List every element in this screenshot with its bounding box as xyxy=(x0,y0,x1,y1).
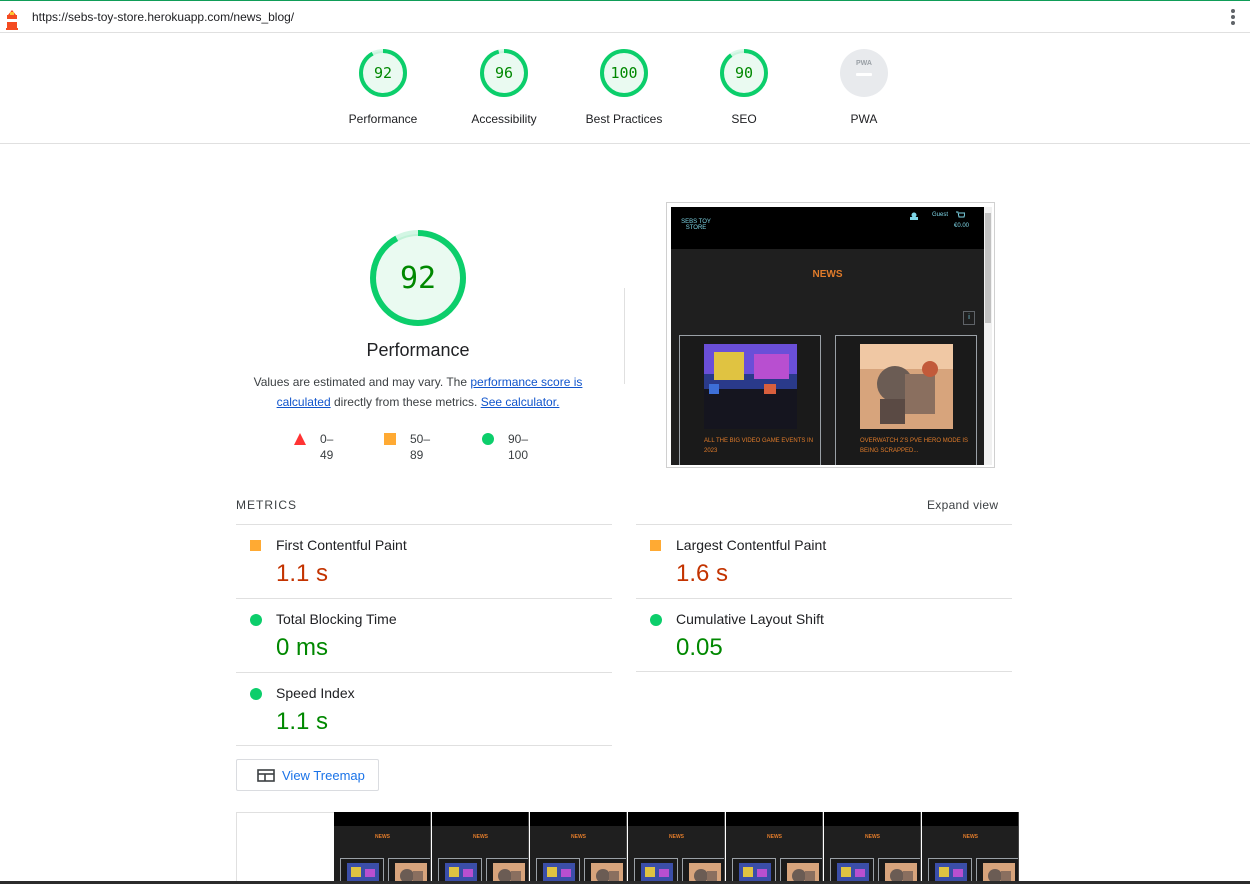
metric-value: 0 ms xyxy=(276,634,329,661)
frame-heading: NEWS xyxy=(669,834,684,840)
filmstrip-frame: NEWS xyxy=(334,812,431,884)
gauge-seo[interactable]: 90 SEO xyxy=(684,47,804,126)
frame-heading: NEWS xyxy=(963,834,978,840)
filmstrip-frame: NEWS xyxy=(628,812,725,884)
square-icon xyxy=(384,433,396,445)
gauge-accessibility[interactable]: 96 Accessibility xyxy=(444,47,564,126)
metric-speed-index: Speed Index 1.1 s xyxy=(236,672,612,746)
filmstrip-frame: NEWS xyxy=(922,812,1019,884)
cart-icon xyxy=(956,211,965,218)
metric-name: First Contentful Paint xyxy=(276,537,407,553)
metric-first-contentful-paint: First Contentful Paint 1.1 s xyxy=(236,524,612,598)
view-treemap-button[interactable]: View Treemap xyxy=(236,759,379,791)
gauge-performance[interactable]: 92 Performance xyxy=(323,47,443,126)
gauge-label: SEO xyxy=(731,112,757,126)
filmstrip: NEWS NEWS NEWS NEWS NEWS NEWS NEWS xyxy=(236,812,1040,884)
filmstrip-frame: NEWS xyxy=(726,812,823,884)
performance-score-value: 92 xyxy=(400,261,436,296)
page-preview: SEBS TOY STORE Guest €0.00 NEWS i ALL TH… xyxy=(671,207,984,465)
frame-heading: NEWS xyxy=(865,834,880,840)
metric-name: Speed Index xyxy=(276,685,355,701)
gauge-label: Best Practices xyxy=(585,112,663,126)
desc-text-2: directly from these metrics. xyxy=(330,395,481,409)
gauge-pwa[interactable]: PWA PWA xyxy=(804,47,924,126)
metric-name: Total Blocking Time xyxy=(276,611,397,627)
preview-guest: Guest xyxy=(932,212,949,218)
metric-name: Largest Contentful Paint xyxy=(676,537,827,553)
browser-bar: https://sebs-toy-store.herokuapp.com/new… xyxy=(0,0,1250,33)
average-square-icon xyxy=(650,540,661,551)
info-icon: i xyxy=(963,311,975,325)
metric-total-blocking-time: Total Blocking Time 0 ms xyxy=(236,598,612,672)
triangle-icon xyxy=(294,433,306,445)
preview-logo: SEBS TOY STORE xyxy=(681,219,711,231)
category-gauges: 92 Performance 96 Accessibility 100 Best Prac… xyxy=(0,33,1250,144)
average-square-icon xyxy=(250,540,261,551)
performance-description: Values are estimated and may vary. The p… xyxy=(236,372,600,412)
performance-score-gauge: 92 xyxy=(370,230,466,326)
final-screenshot[interactable]: SEBS TOY STORE Guest €0.00 NEWS i ALL TH… xyxy=(666,202,995,468)
filmstrip-blank-frame xyxy=(236,812,334,884)
metric-value: 1.1 s xyxy=(276,708,329,735)
frame-heading: NEWS xyxy=(375,834,390,840)
metric-value: 1.6 s xyxy=(676,560,729,587)
preview-heading: NEWS xyxy=(812,269,843,280)
filmstrip-frame: NEWS xyxy=(432,812,529,884)
concert-image xyxy=(704,344,797,429)
preview-header: SEBS TOY STORE Guest €0.00 xyxy=(671,207,984,249)
preview-card: ALL THE BIG VIDEO GAME EVENTS IN 2023 xyxy=(679,335,821,465)
robot-image xyxy=(860,344,953,429)
performance-title: Performance xyxy=(366,340,470,360)
filmstrip-frame: NEWS xyxy=(530,812,627,884)
divider xyxy=(636,671,1012,672)
pass-circle-icon xyxy=(650,614,662,626)
score-gauge-icon: 90 xyxy=(720,49,768,97)
desc-text-1: Values are estimated and may vary. The xyxy=(253,375,471,389)
preview-card: OVERWATCH 2'S PVE HERO MODE IS BEING SCR… xyxy=(835,335,977,465)
preview-card-caption: ALL THE BIG VIDEO GAME EVENTS IN 2023 xyxy=(704,438,814,454)
frame-heading: NEWS xyxy=(473,834,488,840)
preview-scrollbar[interactable] xyxy=(984,207,992,465)
filmstrip-frame: NEWS xyxy=(824,812,921,884)
url-text[interactable]: https://sebs-toy-store.herokuapp.com/new… xyxy=(32,10,294,24)
pass-circle-icon xyxy=(250,614,262,626)
metric-largest-contentful-paint: Largest Contentful Paint 1.6 s xyxy=(636,524,1012,598)
frame-heading: NEWS xyxy=(767,834,782,840)
preview-card-caption: OVERWATCH 2'S PVE HERO MODE IS BEING SCR… xyxy=(860,438,969,454)
metric-value: 0.05 xyxy=(676,634,723,661)
metric-value: 1.1 s xyxy=(276,560,329,587)
score-gauge-icon: 92 xyxy=(359,49,407,97)
gauge-label: Accessibility xyxy=(471,112,537,126)
pwa-badge-icon: PWA xyxy=(856,60,872,67)
svg-text:96: 96 xyxy=(495,64,513,82)
score-legend: 0–49 50–89 90–100 xyxy=(236,431,600,462)
score-gauge-icon: 100 xyxy=(600,49,648,97)
user-icon xyxy=(910,212,918,220)
score-gauge-icon: 96 xyxy=(480,49,528,97)
preview-price: €0.00 xyxy=(954,223,970,229)
metrics-heading: METRICS xyxy=(236,498,297,512)
svg-text:92: 92 xyxy=(374,64,392,82)
more-menu-icon[interactable] xyxy=(1230,9,1236,27)
divider xyxy=(624,288,625,384)
svg-text:100: 100 xyxy=(610,64,637,82)
metric-name: Cumulative Layout Shift xyxy=(676,611,824,627)
gauge-best-practices[interactable]: 100 Best Practices xyxy=(564,47,684,126)
gauge-label: Performance xyxy=(348,112,418,126)
score-gauge-icon: PWA xyxy=(840,49,888,97)
frame-heading: NEWS xyxy=(571,834,586,840)
expand-view-toggle[interactable]: Expand view xyxy=(927,498,998,512)
svg-text:90: 90 xyxy=(735,64,753,82)
circle-icon xyxy=(482,433,494,445)
see-calculator-link[interactable]: See calculator. xyxy=(481,395,560,409)
treemap-icon xyxy=(257,769,275,782)
lighthouse-logo-icon xyxy=(6,10,18,30)
view-treemap-label: View Treemap xyxy=(282,768,365,783)
gauge-label: PWA xyxy=(850,112,878,126)
divider xyxy=(236,745,612,746)
pass-circle-icon xyxy=(250,688,262,700)
metric-cumulative-layout-shift: Cumulative Layout Shift 0.05 xyxy=(636,598,1012,672)
